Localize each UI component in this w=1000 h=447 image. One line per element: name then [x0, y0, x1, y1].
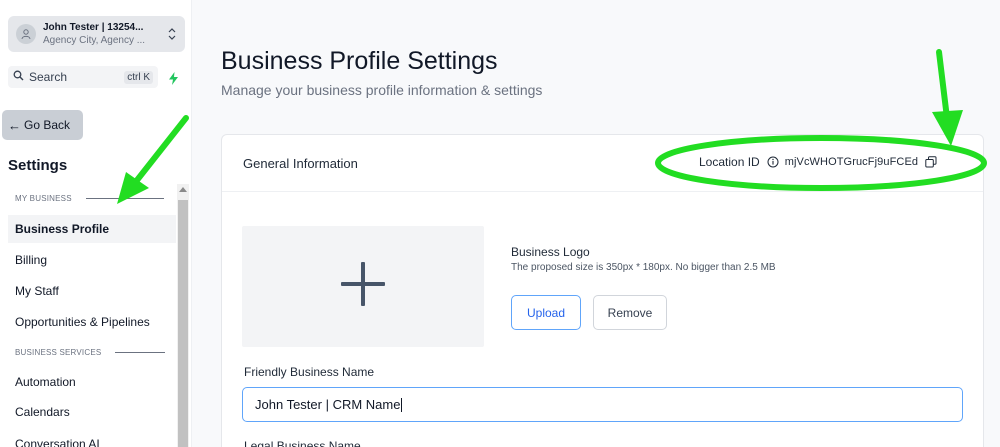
account-location: Agency City, Agency ...	[43, 35, 146, 46]
sidebar-scrollbar[interactable]	[177, 184, 189, 447]
friendly-business-name-input[interactable]: John Tester | CRM Name	[242, 387, 963, 422]
section-heading-my-business: MY BUSINESS	[15, 194, 164, 203]
card-title: General Information	[243, 156, 358, 171]
sidebar-item-label: My Staff	[15, 284, 59, 298]
sidebar-title: Settings	[8, 157, 68, 174]
lightning-icon[interactable]	[163, 68, 183, 88]
business-logo-hint: The proposed size is 350px * 180px. No b…	[511, 262, 776, 273]
user-icon	[16, 24, 36, 44]
section-heading-label: MY BUSINESS	[15, 194, 72, 203]
sidebar-item-label: Conversation AI	[15, 437, 100, 447]
sidebar-item-label: Business Profile	[15, 222, 110, 236]
scrollbar-thumb[interactable]	[178, 200, 188, 447]
go-back-label: Go Back	[24, 118, 71, 132]
sidebar-item-my-staff[interactable]: My Staff	[8, 277, 176, 305]
section-heading-business-services: BUSINESS SERVICES	[15, 348, 166, 357]
copy-icon[interactable]	[925, 156, 937, 168]
location-id-value: mjVcWHOTGrucFj9uFCEd	[784, 156, 919, 168]
search-bar[interactable]: Search ctrl K	[8, 66, 158, 88]
friendly-business-name-label: Friendly Business Name	[244, 365, 375, 379]
sidebar-item-business-profile[interactable]: Business Profile	[8, 215, 176, 243]
logo-upload-area[interactable]	[242, 226, 484, 347]
section-heading-label: BUSINESS SERVICES	[15, 348, 102, 357]
arrow-to-location-id-annotation	[932, 49, 963, 146]
business-logo-label: Business Logo	[511, 245, 590, 259]
sidebar-item-label: Calendars	[15, 405, 70, 419]
general-information-card: General Information Location ID mjVcWHOT…	[221, 134, 984, 447]
friendly-business-name-value: John Tester | CRM Name	[255, 397, 401, 412]
section-divider	[115, 352, 166, 353]
search-icon	[13, 70, 24, 84]
plus-icon	[339, 260, 387, 313]
sidebar-item-label: Billing	[15, 253, 48, 267]
page-subtitle: Manage your business profile information…	[221, 82, 543, 98]
sidebar-item-automation[interactable]: Automation	[8, 368, 176, 396]
sidebar-item-label: Automation	[15, 375, 76, 389]
arrow-left-icon: ←	[8, 117, 21, 133]
sidebar-item-billing[interactable]: Billing	[8, 246, 176, 274]
sidebar-item-opportunities-pipelines[interactable]: Opportunities & Pipelines	[8, 308, 176, 336]
scroll-up-arrow-icon[interactable]	[179, 187, 187, 192]
section-divider	[85, 198, 164, 199]
info-icon[interactable]	[767, 156, 779, 168]
location-id-display: Location ID mjVcWHOTGrucFj9uFCEd	[699, 155, 937, 169]
settings-sidebar: John Tester | 13254... Agency City, Agen…	[0, 0, 192, 447]
location-id-label: Location ID	[699, 155, 760, 169]
upload-button[interactable]: Upload	[511, 295, 581, 330]
chevrons-up-down-icon	[167, 28, 177, 40]
remove-button[interactable]: Remove	[593, 295, 667, 330]
legal-business-name-label: Legal Business Name	[244, 439, 361, 447]
card-header: General Information Location ID mjVcWHOT…	[222, 135, 983, 192]
account-name: John Tester | 13254...	[43, 22, 144, 33]
sidebar-item-label: Opportunities & Pipelines	[15, 315, 150, 329]
go-back-button[interactable]: ← Go Back	[2, 110, 83, 140]
search-label: Search	[29, 70, 68, 84]
search-shortcut: ctrl K	[124, 70, 153, 84]
sidebar-item-conversation-ai[interactable]: Conversation AI	[8, 430, 176, 447]
page-title: Business Profile Settings	[221, 47, 498, 75]
account-switcher[interactable]: John Tester | 13254... Agency City, Agen…	[8, 16, 185, 52]
account-info: John Tester | 13254... Agency City, Agen…	[43, 21, 167, 47]
sidebar-item-calendars[interactable]: Calendars	[8, 398, 176, 426]
text-caret	[401, 397, 403, 412]
